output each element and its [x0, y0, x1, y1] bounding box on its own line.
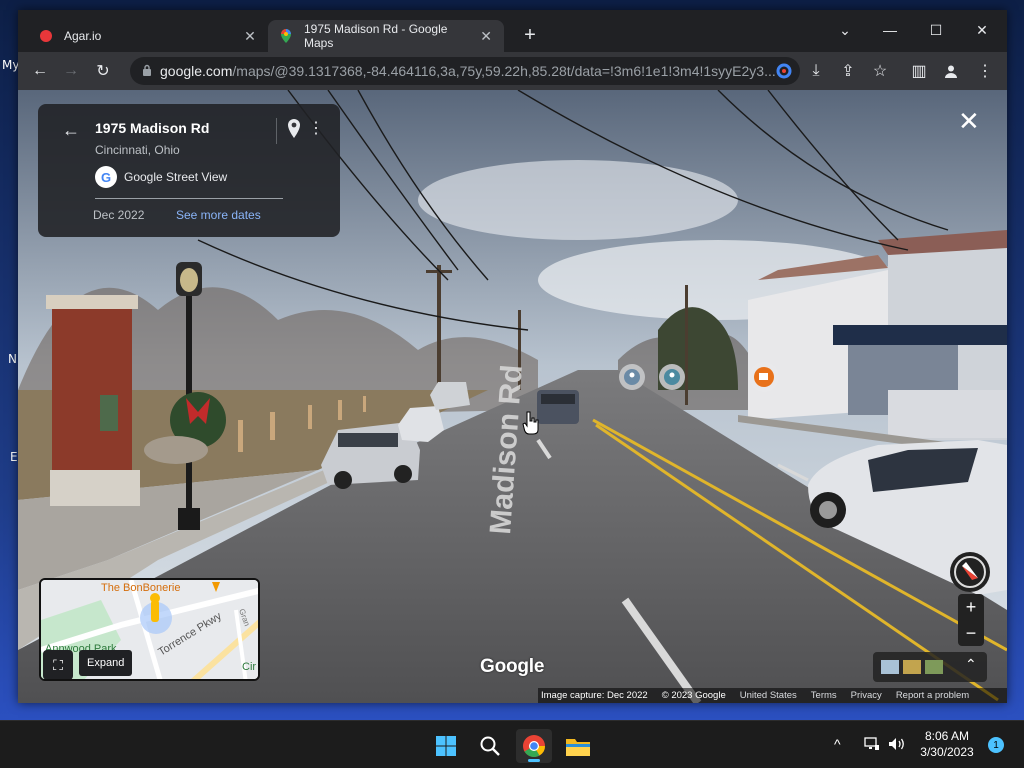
desktop-label[interactable]: E [10, 450, 18, 464]
photo-thumbnail[interactable] [925, 660, 943, 674]
bookmark-star-icon[interactable]: ☆ [868, 59, 892, 83]
chevron-up-icon[interactable]: ⌃ [965, 656, 977, 673]
expand-tooltip: Expand [79, 650, 133, 676]
chrome-menu-icon[interactable]: ⋮ [973, 59, 997, 83]
agar-dot-icon [38, 28, 54, 44]
tab-agario[interactable]: Agar.io ✕ [28, 20, 268, 52]
lock-icon [142, 63, 152, 79]
street-view-viewport[interactable]: Madison Rd ← 1975 Madison Rd Cincinnati,… [18, 90, 1007, 703]
desktop-label[interactable]: N [8, 352, 17, 366]
new-tab-button[interactable]: + [518, 24, 542, 46]
tab-strip: Agar.io ✕ 1975 Madison Rd - Google Maps … [18, 10, 1007, 52]
tab-close-icon[interactable]: ✕ [242, 28, 258, 45]
search-icon[interactable] [472, 729, 508, 763]
minimap[interactable]: The BonBonerie Annwood Park Torrence Pkw… [39, 578, 260, 681]
place-marker[interactable] [619, 364, 645, 390]
cafe-marker[interactable] [749, 362, 779, 392]
chrome-window: Agar.io ✕ 1975 Madison Rd - Google Maps … [18, 10, 1007, 703]
expand-icon[interactable]: ⛶ [43, 650, 73, 679]
close-street-view-icon[interactable]: ✕ [958, 108, 980, 134]
region-link[interactable]: United States [740, 690, 797, 701]
see-more-dates-link[interactable]: See more dates [176, 208, 261, 222]
location-info-card: ← 1975 Madison Rd Cincinnati, Ohio G Goo… [38, 104, 340, 237]
close-window-button[interactable]: ✕ [960, 16, 1004, 44]
photo-thumbnail[interactable] [881, 660, 899, 674]
copyright-text: © 2023 Google [661, 690, 726, 701]
image-capture-date: Image capture: Dec 2022 [541, 690, 648, 701]
side-panel-icon[interactable]: ▥ [907, 59, 931, 83]
forward-arrow-icon[interactable]: → [59, 59, 83, 83]
profile-icon[interactable] [939, 59, 963, 83]
tab-search-dropdown-icon[interactable]: ⌄ [823, 16, 867, 44]
chevron-up-icon[interactable]: ^ [834, 734, 841, 754]
source-label: Google Street View [124, 170, 228, 184]
map-pin-icon[interactable] [286, 118, 302, 140]
google-maps-icon [278, 28, 294, 44]
browser-toolbar: ← → ↻ google.com/maps/@39.1317368,-84.46… [18, 52, 1007, 90]
url-path: /maps/@39.1317368,-84.464116,3a,75y,59.2… [232, 63, 776, 79]
minimap-place-label: Cir [242, 661, 256, 673]
minimize-button[interactable]: — [868, 16, 912, 44]
url-host: google.com [160, 63, 233, 79]
privacy-link[interactable]: Privacy [851, 690, 882, 701]
install-app-icon[interactable]: ⤓ [804, 59, 828, 83]
more-options-icon[interactable]: ⋮ [308, 118, 324, 138]
chrome-icon[interactable] [516, 729, 552, 763]
share-icon[interactable]: ⇪ [836, 59, 860, 83]
google-watermark: Google [480, 656, 545, 677]
zoom-in-button[interactable]: + [958, 594, 984, 620]
photo-strip[interactable]: ⌃ [873, 652, 987, 682]
system-clock[interactable]: 8:06 AM 3/30/2023 [912, 728, 982, 760]
taskbar: ^ 8:06 AM 3/30/2023 1 [0, 720, 1024, 768]
reload-icon[interactable]: ↻ [91, 59, 115, 83]
clock-date: 3/30/2023 [920, 745, 974, 759]
place-marker[interactable] [659, 364, 685, 390]
capture-date: Dec 2022 [93, 208, 145, 222]
windows-start-icon[interactable] [428, 729, 464, 763]
google-g-icon: G [95, 166, 117, 188]
google-lens-icon[interactable] [772, 59, 796, 83]
back-arrow-icon[interactable]: ← [28, 59, 52, 83]
zoom-out-button[interactable]: − [958, 620, 984, 646]
attribution-bar: Image capture: Dec 2022 © 2023 Google Un… [538, 688, 1007, 703]
street-view-source: G Google Street View [95, 166, 227, 188]
location-title: 1975 Madison Rd [95, 120, 210, 136]
card-separator [276, 118, 277, 144]
network-icon[interactable] [864, 734, 880, 754]
compass-icon[interactable] [950, 552, 990, 592]
tab-title: 1975 Madison Rd - Google Maps [304, 22, 448, 50]
address-bar[interactable]: google.com/maps/@39.1317368,-84.464116,3… [130, 57, 800, 85]
location-subtitle: Cincinnati, Ohio [95, 143, 180, 157]
report-problem-link[interactable]: Report a problem [896, 690, 969, 701]
tab-google-maps[interactable]: 1975 Madison Rd - Google Maps ✕ [268, 20, 504, 52]
photo-thumbnail[interactable] [903, 660, 921, 674]
volume-icon[interactable] [888, 734, 906, 754]
card-divider [95, 198, 283, 199]
minimap-image: The BonBonerie Annwood Park Torrence Pkw… [41, 580, 258, 679]
tab-close-icon[interactable]: ✕ [478, 28, 494, 45]
desktop-label[interactable]: My [2, 58, 19, 72]
back-arrow-icon[interactable]: ← [62, 120, 80, 141]
file-explorer-icon[interactable] [560, 729, 596, 763]
minimap-place-label: The BonBonerie [101, 582, 181, 594]
notification-badge[interactable]: 1 [988, 737, 1004, 753]
tab-title: Agar.io [64, 29, 102, 43]
running-indicator [528, 759, 540, 762]
terms-link[interactable]: Terms [811, 690, 837, 701]
maximize-button[interactable]: ☐ [914, 16, 958, 44]
clock-time: 8:06 AM [924, 729, 970, 743]
